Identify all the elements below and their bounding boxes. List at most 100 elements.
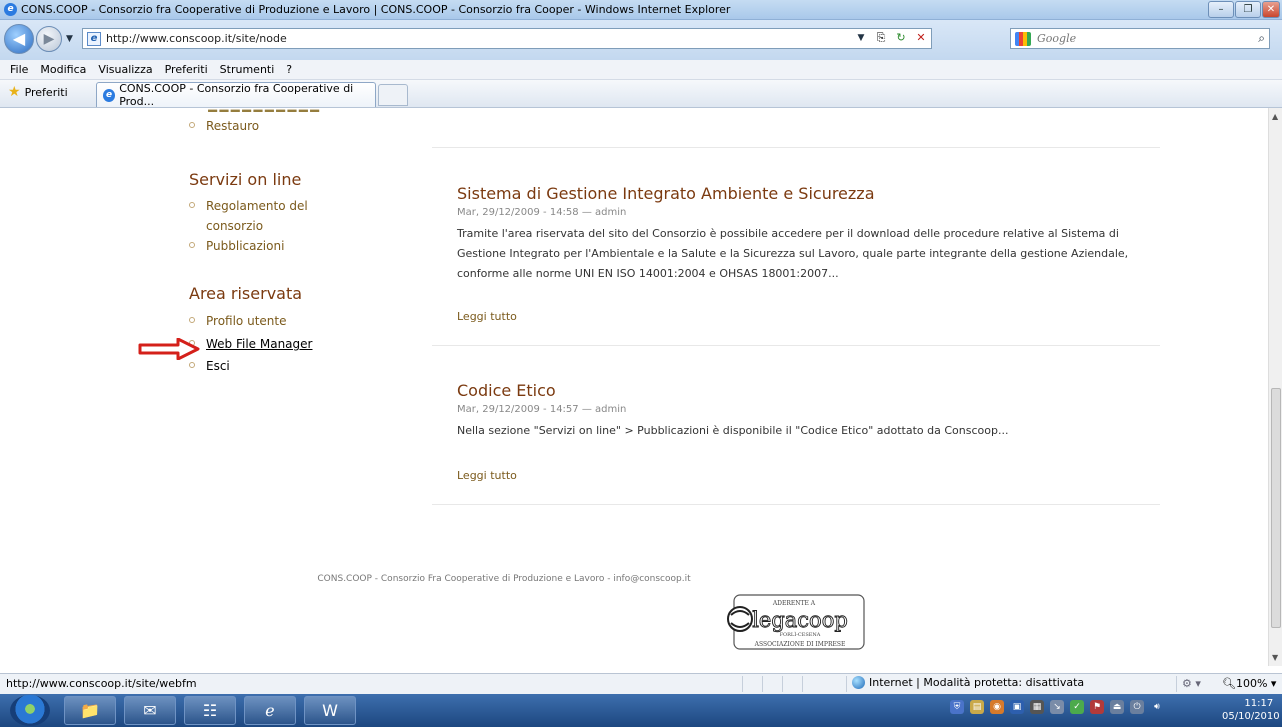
address-url[interactable]: http://www.conscoop.it/site/node — [106, 32, 287, 45]
sidebar-item-profilo-utente[interactable]: Profilo utente — [189, 311, 286, 331]
scroll-thumb[interactable] — [1271, 388, 1281, 628]
history-dropdown-icon[interactable]: ▼ — [66, 34, 73, 44]
outlook-taskbar-icon[interactable]: ☷ — [184, 696, 236, 725]
start-button[interactable] — [10, 695, 50, 726]
logo-sub-text: FORLÌ-CESENA — [780, 630, 821, 638]
sidebar-item-web-file-manager[interactable]: Web File Manager — [189, 334, 312, 354]
clock-time: 11:17 — [1244, 698, 1274, 709]
back-button[interactable]: ◀ — [4, 24, 34, 54]
legacoop-logo[interactable]: ADERENTE A legacoop FORLÌ-CESENA ASSOCIA… — [722, 593, 868, 651]
security-zone[interactable]: Internet | Modalità protetta: disattivat… — [852, 676, 1084, 689]
explorer-taskbar-icon[interactable]: 📁 — [64, 696, 116, 725]
refresh-icon[interactable]: ↻ — [893, 30, 909, 46]
internet-explorer-taskbar-icon[interactable]: ℯ — [244, 696, 296, 725]
compatibility-icon[interactable]: ⎘ — [873, 30, 889, 46]
maximize-button[interactable]: ❐ — [1235, 1, 1261, 18]
bullet-icon — [189, 362, 195, 368]
status-divider — [846, 676, 847, 692]
article-codice-etico: Codice Etico Mar, 29/12/2009 - 14:57 — a… — [457, 381, 1157, 441]
footer-text: CONS.COOP - Consorzio Fra Cooperative di… — [317, 574, 691, 584]
vertical-scrollbar[interactable]: ▲ ▼ — [1268, 108, 1282, 666]
tray-monitor-icon[interactable]: ▣ — [1010, 700, 1024, 714]
tray-network-icon[interactable]: ↘ — [1050, 700, 1064, 714]
article-title[interactable]: Sistema di Gestione Integrato Ambiente e… — [457, 184, 1157, 203]
bullet-icon — [189, 242, 195, 248]
menu-modifica[interactable]: Modifica — [40, 63, 86, 76]
taskbar-clock[interactable]: 11:17 05/10/2010 — [1222, 697, 1280, 723]
address-dropdown-icon[interactable]: ▼ — [853, 30, 869, 46]
page-viewport: ▬▬▬▬▬▬▬▬▬▬ Restauro Servizi on line Rego… — [0, 108, 1268, 666]
search-icon[interactable]: ⌕ — [1258, 31, 1265, 46]
sidebar-item-pubblicazioni[interactable]: Pubblicazioni — [189, 236, 284, 256]
clock-date: 05/10/2010 — [1222, 711, 1280, 722]
article-meta: Mar, 29/12/2009 - 14:58 — admin — [457, 207, 627, 218]
favorites-button[interactable]: ★ Preferiti — [8, 85, 68, 99]
menu-strumenti[interactable]: Strumenti — [220, 63, 275, 76]
system-tray: ⛨ ▤ ◉ ▣ ▦ ↘ ✓ ⚑ ⏏ ⏻ 🔊︎ — [950, 700, 1164, 714]
menu-bar: File Modifica Visualizza Preferiti Strum… — [0, 60, 1282, 80]
divider — [432, 147, 1160, 148]
word-taskbar-icon[interactable]: W — [304, 696, 356, 725]
sidebar-item-restauro[interactable]: Restauro — [189, 116, 259, 136]
star-icon: ★ — [8, 84, 21, 100]
tray-usb-icon[interactable]: ⏏ — [1110, 700, 1124, 714]
window-title: CONS.COOP - Consorzio fra Cooperative di… — [21, 3, 731, 16]
new-tab-button[interactable] — [378, 84, 408, 106]
sidebar-cutoff-item: ▬▬▬▬▬▬▬▬▬▬ — [207, 108, 320, 112]
status-divider — [742, 676, 743, 692]
logo-top-text: ADERENTE A — [772, 600, 816, 607]
window-controls: – ❐ ✕ — [1208, 1, 1280, 18]
bullet-icon — [189, 202, 195, 208]
menu-help[interactable]: ? — [286, 63, 292, 76]
search-box[interactable]: ⌕ — [1010, 28, 1270, 49]
zone-text: Internet | Modalità protetta: disattivat… — [869, 676, 1085, 689]
protected-mode-icon[interactable]: ⚙ ▾ — [1182, 677, 1201, 690]
divider — [432, 345, 1160, 346]
stop-icon[interactable]: ✕ — [913, 30, 929, 46]
tray-shield-icon[interactable]: ⛨ — [950, 700, 964, 714]
red-arrow-icon — [138, 338, 200, 360]
window-titlebar: e CONS.COOP - Consorzio fra Cooperative … — [0, 0, 1282, 20]
logo-main-text: legacoop — [752, 608, 848, 632]
tray-device-icon[interactable]: ▦ — [1030, 700, 1044, 714]
tray-antivirus-icon[interactable]: ✓ — [1070, 700, 1084, 714]
forward-button[interactable]: ▶ — [36, 26, 62, 52]
section-title-servizi: Servizi on line — [189, 170, 302, 189]
status-divider — [802, 676, 803, 692]
tray-volume-icon[interactable]: 🔊︎ — [1150, 700, 1164, 714]
status-url: http://www.conscoop.it/site/webfm — [6, 677, 197, 690]
thunderbird-taskbar-icon[interactable]: ✉ — [124, 696, 176, 725]
status-divider — [1176, 676, 1177, 692]
google-icon — [1015, 31, 1031, 46]
favorites-label: Preferiti — [24, 85, 68, 99]
zoom-level[interactable]: 🔍︎100% ▾ — [1222, 677, 1276, 690]
scroll-up-icon[interactable]: ▲ — [1272, 112, 1278, 121]
favorites-bar: ★ Preferiti e CONS.COOP - Consorzio fra … — [0, 80, 1282, 108]
taskbar: 📁 ✉ ☷ ℯ W ⛨ ▤ ◉ ▣ ▦ ↘ ✓ ⚑ ⏏ ⏻ 🔊︎ 11:17 0… — [0, 694, 1282, 727]
address-field[interactable]: e http://www.conscoop.it/site/node ▼ ⎘ ↻… — [82, 28, 932, 49]
scroll-down-icon[interactable]: ▼ — [1272, 653, 1278, 662]
tray-flag-icon[interactable]: ⚑ — [1090, 700, 1104, 714]
article-title[interactable]: Codice Etico — [457, 381, 1157, 400]
menu-file[interactable]: File — [10, 63, 28, 76]
tray-update-icon[interactable]: ◉ — [990, 700, 1004, 714]
menu-visualizza[interactable]: Visualizza — [98, 63, 152, 76]
close-button[interactable]: ✕ — [1262, 1, 1280, 18]
article-more-container: Leggi tutto — [457, 469, 1157, 489]
minimize-button[interactable]: – — [1208, 1, 1234, 18]
logo-bottom-text: ASSOCIAZIONE DI IMPRESE — [754, 641, 846, 648]
status-bar: http://www.conscoop.it/site/webfm Intern… — [0, 673, 1282, 694]
read-more-link[interactable]: Leggi tutto — [457, 310, 517, 323]
browser-tab[interactable]: e CONS.COOP - Consorzio fra Cooperative … — [96, 82, 376, 108]
tray-app-icon[interactable]: ▤ — [970, 700, 984, 714]
bullet-icon — [189, 122, 195, 128]
menu-preferiti[interactable]: Preferiti — [165, 63, 208, 76]
search-input[interactable] — [1037, 32, 1237, 45]
sidebar-item-regolamento[interactable]: Regolamento del consorzio — [189, 196, 329, 236]
read-more-link[interactable]: Leggi tutto — [457, 469, 517, 482]
page-icon: e — [87, 31, 101, 46]
status-divider — [762, 676, 763, 692]
article-body: Tramite l'area riservata del sito del Co… — [457, 227, 1129, 280]
divider — [432, 504, 1160, 505]
tray-power-icon[interactable]: ⏻ — [1130, 700, 1144, 714]
